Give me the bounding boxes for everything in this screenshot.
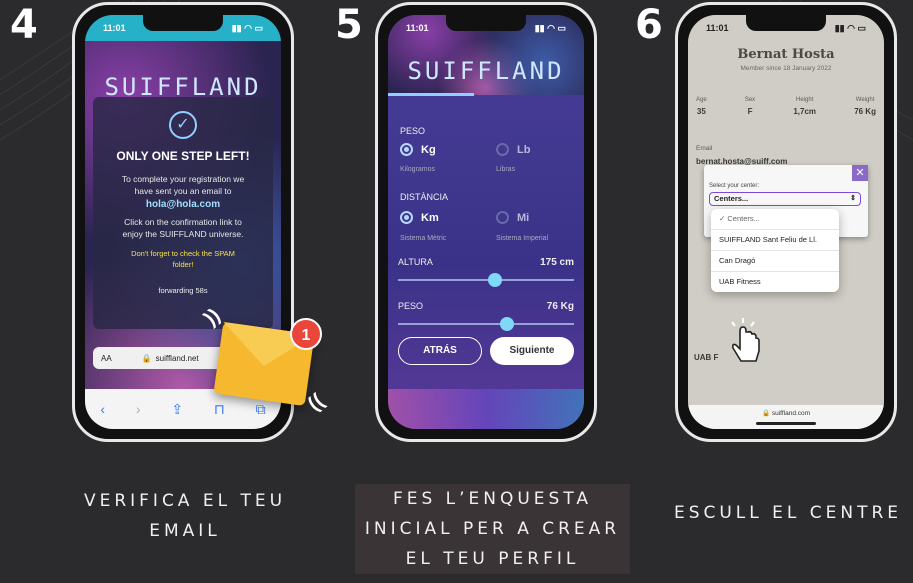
next-button[interactable]: Siguiente [490, 337, 574, 365]
browser-url-bar[interactable]: 🔒 suiffland.com [688, 405, 884, 429]
back-icon[interactable]: ‹ [100, 401, 105, 417]
profile-name: Bernat Hosta [737, 47, 835, 62]
share-icon[interactable]: ⇪ [171, 401, 183, 418]
caption-line: ESCULL EL CENTRE [673, 503, 903, 523]
spam-warning-1: Don't forget to check the SPAM [131, 249, 235, 258]
radio-mi-label: Mi [517, 211, 530, 224]
lock-icon: 🔒 [141, 353, 152, 363]
weight-slider-track[interactable] [398, 323, 574, 325]
status-time: 11:01 [103, 23, 126, 33]
phone-initial-survey: 11:01 ▮▮ ◠ ▭ SUIFFLAND PESO Kg Kilogramos… [375, 2, 597, 442]
distance-unit-label: DISTÀNCIA [400, 192, 449, 202]
card-text-3: Click on the confirmation link to [124, 217, 242, 227]
confirmation-card: ✓ ONLY ONE STEP LEFT! To complete your r… [93, 97, 273, 329]
km-sublabel: Sistema Mètric [400, 235, 447, 242]
card-text-1: To complete your registration we [121, 174, 245, 184]
caption-line: FES L’ENQUESTA [392, 489, 593, 509]
card-text-4: enjoy the SUIFFLAND universe. [122, 229, 244, 239]
bookmarks-icon[interactable]: ⊓ [214, 401, 225, 418]
radio-lb[interactable]: Lb [496, 143, 530, 156]
caption-line: VERIFICA EL TEU [83, 491, 287, 511]
radio-selected-icon [400, 143, 413, 156]
center-select-value: Centers... [714, 194, 749, 203]
card-title: ONLY ONE STEP LEFT! [116, 149, 250, 163]
radio-km[interactable]: Km [400, 211, 439, 224]
dropdown-option[interactable]: UAB Fitness [711, 272, 839, 292]
home-indicator [756, 422, 816, 425]
radio-kg[interactable]: Kg [400, 143, 436, 156]
stat-sex: Sex F [744, 97, 756, 116]
signal-wifi-icon: ▮▮ ◠ ▭ [534, 23, 566, 33]
caption-line: EL TEU PERFIL [405, 549, 580, 569]
partial-center-text: UAB F [694, 353, 719, 362]
height-value: 175 cm [540, 257, 574, 268]
signal-wifi-icon: ▮▮ ◠ ▭ [231, 23, 263, 33]
radio-unselected-icon [496, 143, 509, 156]
card-text-2: have sent you an email to [134, 186, 232, 196]
step-number-6: 6 [635, 2, 665, 48]
url-text: suiffland.com [771, 410, 811, 417]
profile-stats: Age 35 Sex F Height 1,7cm Weight 76 Kg [696, 97, 876, 116]
weight-slider-row: PESO 76 Kg [398, 301, 574, 335]
check-circle-icon: ✓ [169, 111, 197, 139]
step-number-4: 4 [10, 2, 40, 48]
dropdown-option[interactable]: SUIFFLAND Sant Feliu de Ll. [711, 230, 839, 251]
weight-unit-label: PESO [400, 126, 426, 136]
height-slider-thumb[interactable] [487, 273, 502, 287]
notification-badge: 1 [290, 318, 322, 350]
radio-kg-label: Kg [421, 143, 436, 156]
back-button[interactable]: ATRÁS [398, 337, 482, 365]
radio-unselected-icon [496, 211, 509, 224]
weight-label: PESO [398, 301, 424, 311]
close-icon[interactable]: ✕ [852, 165, 868, 181]
text-size-button[interactable]: AA [101, 354, 112, 363]
weight-value: 76 Kg [546, 301, 574, 312]
chevron-updown-icon: ⇕ [850, 195, 856, 202]
weight-slider-thumb[interactable] [500, 317, 515, 331]
height-label: ALTURA [398, 257, 433, 267]
radio-mi[interactable]: Mi [496, 211, 529, 224]
caption-step-5: FES L’ENQUESTA INICIAL PER A CREAR EL TE… [355, 484, 630, 574]
status-time: 11:01 [406, 23, 429, 33]
member-since: Member since 18 January 2022 [740, 65, 832, 72]
caption-line: INICIAL PER A CREAR [364, 519, 621, 539]
stat-weight: Weight 76 Kg [854, 97, 876, 116]
step-number-5: 5 [335, 2, 365, 48]
galaxy-footer [388, 389, 584, 429]
email-label: Email [696, 145, 713, 152]
forwarding-countdown: forwarding 58s [158, 286, 208, 295]
stat-age: Age 35 [696, 97, 707, 116]
center-select[interactable]: Centers... ⇕ [709, 192, 861, 206]
caption-line: EMAIL [149, 521, 221, 541]
stat-height: Height 1,7cm [793, 97, 817, 116]
caption-step-4: VERIFICA EL TEU EMAIL [60, 486, 310, 546]
survey-progress-bar [388, 93, 474, 96]
forward-icon[interactable]: › [136, 401, 141, 417]
kg-sublabel: Kilogramos [400, 166, 436, 173]
phone6-screen: 11:01 ▮▮ ◠ ▭ Bernat Hosta Member since 18… [688, 15, 884, 429]
height-slider-row: ALTURA 175 cm [398, 257, 574, 291]
picker-label: Select your center: [709, 183, 760, 189]
app-logo: SUIFFLAND [407, 57, 565, 85]
lock-icon: 🔒 [761, 410, 772, 417]
status-time: 11:01 [706, 23, 729, 33]
caption-step-6: ESCULL EL CENTRE [668, 498, 908, 528]
url-text: suiffland.net [155, 353, 199, 363]
height-slider-track[interactable] [398, 279, 574, 281]
lb-sublabel: Libras [496, 166, 516, 173]
dropdown-option[interactable]: Can Dragó [711, 251, 839, 272]
mi-sublabel: Sistema Imperial [496, 235, 549, 242]
phone5-screen: 11:01 ▮▮ ◠ ▭ SUIFFLAND PESO Kg Kilogramos… [388, 15, 584, 429]
radio-lb-label: Lb [517, 143, 531, 156]
spam-warning-2: folder! [172, 260, 194, 269]
signal-wifi-icon: ▮▮ ◠ ▭ [834, 23, 866, 33]
tap-hand-icon [731, 318, 760, 362]
radio-km-label: Km [421, 211, 439, 224]
tabs-icon[interactable]: ⧉ [256, 401, 266, 418]
phone-choose-center: 11:01 ▮▮ ◠ ▭ Bernat Hosta Member since 18… [675, 2, 897, 442]
dropdown-option[interactable]: ✓ Centers... [711, 209, 839, 230]
center-dropdown: ✓ Centers... SUIFFLAND Sant Feliu de Ll.… [711, 209, 839, 292]
radio-selected-icon [400, 211, 413, 224]
sent-email[interactable]: hola@hola.com [103, 199, 263, 210]
